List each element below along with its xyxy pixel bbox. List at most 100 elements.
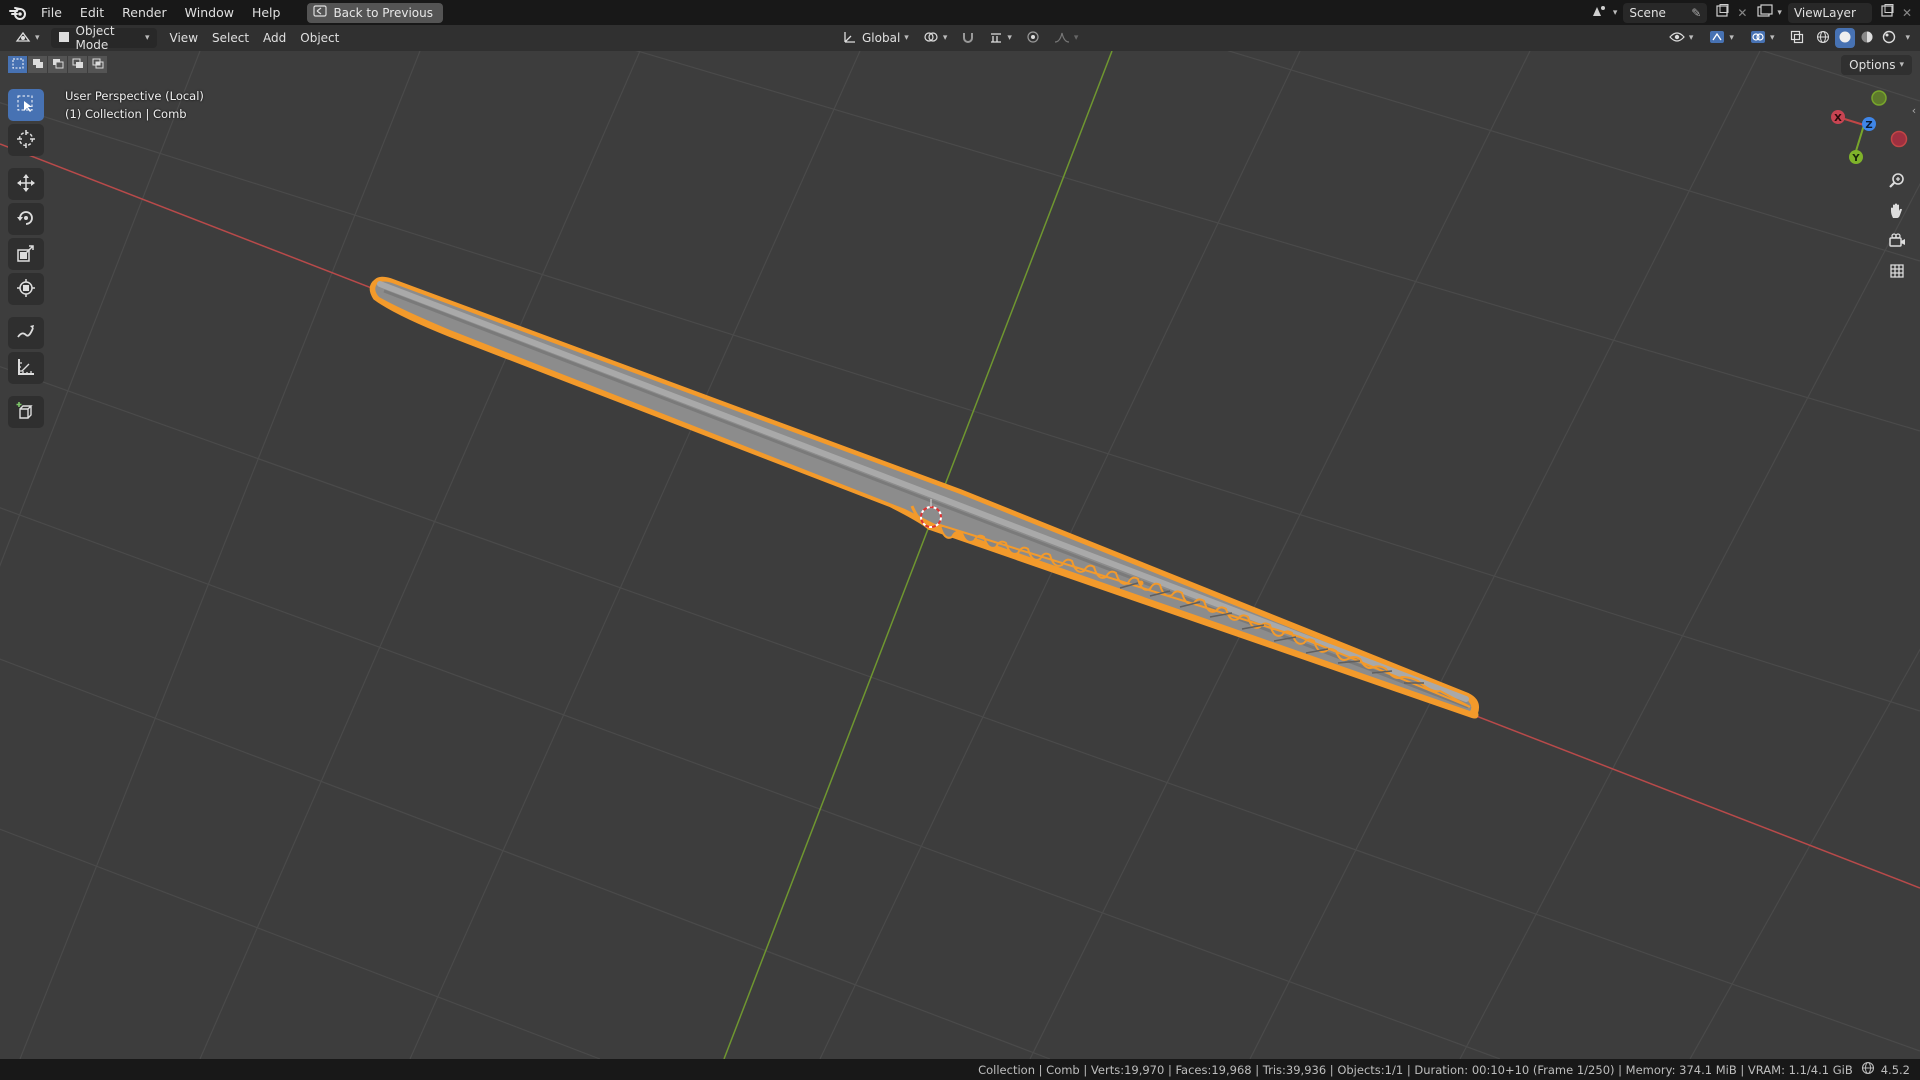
annotate-icon — [16, 322, 36, 345]
pin-icon[interactable]: ✎ — [1691, 6, 1701, 20]
camera-view-button[interactable] — [1884, 229, 1910, 255]
shading-material-button[interactable] — [1857, 28, 1877, 48]
snap-toggle[interactable] — [954, 28, 982, 48]
scene-name: Scene — [1629, 5, 1666, 20]
perspective-label: User Perspective (Local) — [65, 89, 204, 103]
xray-toggle[interactable] — [1783, 28, 1811, 48]
z-axis-letter: Z — [1865, 120, 1872, 131]
camera-icon — [1888, 232, 1906, 253]
menu-object[interactable]: Object — [293, 28, 346, 48]
overlays-icon — [1750, 30, 1766, 47]
menu-window[interactable]: Window — [176, 0, 243, 25]
menu-view[interactable]: View — [163, 28, 205, 48]
shading-solid-button[interactable] — [1835, 28, 1856, 48]
object-origin — [1138, 580, 1144, 586]
back-to-previous-label: Back to Previous — [333, 5, 433, 20]
delete-viewlayer-icon[interactable]: ✕ — [1902, 6, 1912, 20]
chevron-down-icon: ▾ — [1729, 33, 1734, 43]
grid-icon — [1888, 262, 1906, 283]
select-extend-icon — [32, 58, 44, 72]
visibility-dropdown[interactable]: ▾ — [1662, 28, 1701, 48]
gizmo-icon — [1709, 30, 1725, 47]
tool-transform[interactable] — [8, 273, 44, 305]
transform-tools-group: Global ▾ ▾ ▾ ▾ — [836, 28, 1085, 48]
snap-target-dropdown[interactable]: ▾ — [982, 28, 1019, 48]
viewport-scene: X Z Y — [0, 51, 1920, 1059]
select-intersect-icon — [92, 58, 104, 72]
pivot-point-dropdown[interactable]: ▾ — [916, 28, 955, 48]
y-axis-letter: Y — [1851, 153, 1860, 164]
zoom-view-button[interactable] — [1884, 169, 1910, 195]
tool-measure[interactable] — [8, 352, 44, 384]
viewport-display-group: ▾ ▾ ▾ ▾ — [1662, 28, 1910, 48]
scene-browse-button[interactable]: ▾ — [1591, 4, 1617, 21]
editor-type-button[interactable]: ▾ — [8, 28, 47, 48]
menu-help[interactable]: Help — [243, 0, 290, 25]
falloff-dropdown[interactable]: ▾ — [1047, 28, 1086, 48]
select-extend-button[interactable] — [28, 56, 47, 73]
tool-select-box[interactable] — [8, 89, 44, 121]
chevron-down-icon: ▾ — [1777, 7, 1782, 18]
orientation-dropdown[interactable]: Global ▾ — [836, 28, 916, 48]
chevron-down-icon: ▾ — [1007, 33, 1012, 43]
back-to-previous-button[interactable]: Back to Previous — [307, 2, 443, 23]
tool-annotate[interactable] — [8, 317, 44, 349]
tool-rotate[interactable] — [8, 203, 44, 235]
options-dropdown[interactable]: Options ▾ — [1841, 55, 1912, 75]
add-cube-icon — [16, 401, 36, 424]
menu-render[interactable]: Render — [113, 0, 176, 25]
new-viewlayer-icon[interactable] — [1880, 4, 1894, 21]
delete-scene-icon[interactable]: ✕ — [1737, 6, 1747, 20]
viewlayer-name-field[interactable]: ViewLayer — [1787, 2, 1872, 23]
measure-icon — [16, 357, 36, 380]
top-menu-bar: File Edit Render Window Help Back to Pre… — [0, 0, 1920, 25]
chevron-left-icon: ‹ — [1911, 103, 1917, 117]
comb-object[interactable] — [369, 276, 1479, 719]
select-subtract-button[interactable] — [48, 56, 67, 73]
shading-options-chevron-icon[interactable]: ▾ — [1905, 33, 1910, 43]
select-subtract-icon — [52, 58, 64, 72]
3d-viewport[interactable]: X Z Y — [0, 51, 1920, 1059]
menu-add[interactable]: Add — [256, 28, 293, 48]
floor-grid — [0, 51, 1920, 1059]
tool-move[interactable] — [8, 168, 44, 200]
select-new-icon — [12, 58, 24, 72]
menu-select[interactable]: Select — [205, 28, 256, 48]
select-new-button[interactable] — [8, 56, 27, 73]
gizmo-toggle[interactable]: ▾ — [1702, 28, 1741, 48]
select-intersect-button[interactable] — [88, 56, 107, 73]
sidebar-toggle-button[interactable]: ‹ — [1908, 97, 1920, 123]
chevron-down-icon: ▾ — [1769, 33, 1775, 43]
proportional-editing-toggle[interactable] — [1019, 28, 1047, 48]
viewlayer-browse-button[interactable]: ▾ — [1757, 4, 1782, 21]
rotate-icon — [16, 208, 36, 231]
ortho-perspective-toggle-button[interactable] — [1884, 259, 1910, 285]
scene-icon — [1591, 4, 1607, 21]
overlays-toggle[interactable]: ▾ — [1743, 28, 1782, 48]
pan-view-button[interactable] — [1884, 199, 1910, 225]
magnet-icon — [961, 30, 975, 47]
new-scene-icon[interactable] — [1715, 4, 1729, 21]
menu-edit[interactable]: Edit — [71, 0, 113, 25]
shading-rendered-button[interactable] — [1879, 28, 1899, 48]
mode-dropdown[interactable]: Object Mode ▾ — [50, 24, 157, 52]
scene-name-field[interactable]: Scene ✎ — [1623, 2, 1708, 23]
hand-icon — [1888, 202, 1906, 223]
tool-scale[interactable] — [8, 238, 44, 270]
select-invert-button[interactable] — [68, 56, 87, 73]
options-label: Options — [1849, 58, 1896, 72]
selection-mode-buttons — [8, 56, 108, 73]
tool-add-cube[interactable] — [8, 396, 44, 428]
x-negative-axis-handle[interactable] — [1890, 130, 1908, 148]
proportional-edit-icon — [1026, 30, 1040, 47]
transform-icon — [16, 278, 36, 301]
tool-cursor[interactable] — [8, 124, 44, 156]
chevron-down-icon: ▾ — [1688, 33, 1694, 43]
shading-wireframe-button[interactable] — [1813, 28, 1833, 48]
network-globe-icon[interactable] — [1861, 1061, 1875, 1078]
navigation-gizmo[interactable]: X Z Y — [1831, 90, 1908, 164]
snap-increment-icon — [989, 30, 1003, 47]
blender-logo-icon[interactable] — [4, 0, 32, 25]
menu-file[interactable]: File — [32, 0, 71, 25]
y-negative-axis-handle[interactable] — [1871, 90, 1887, 106]
